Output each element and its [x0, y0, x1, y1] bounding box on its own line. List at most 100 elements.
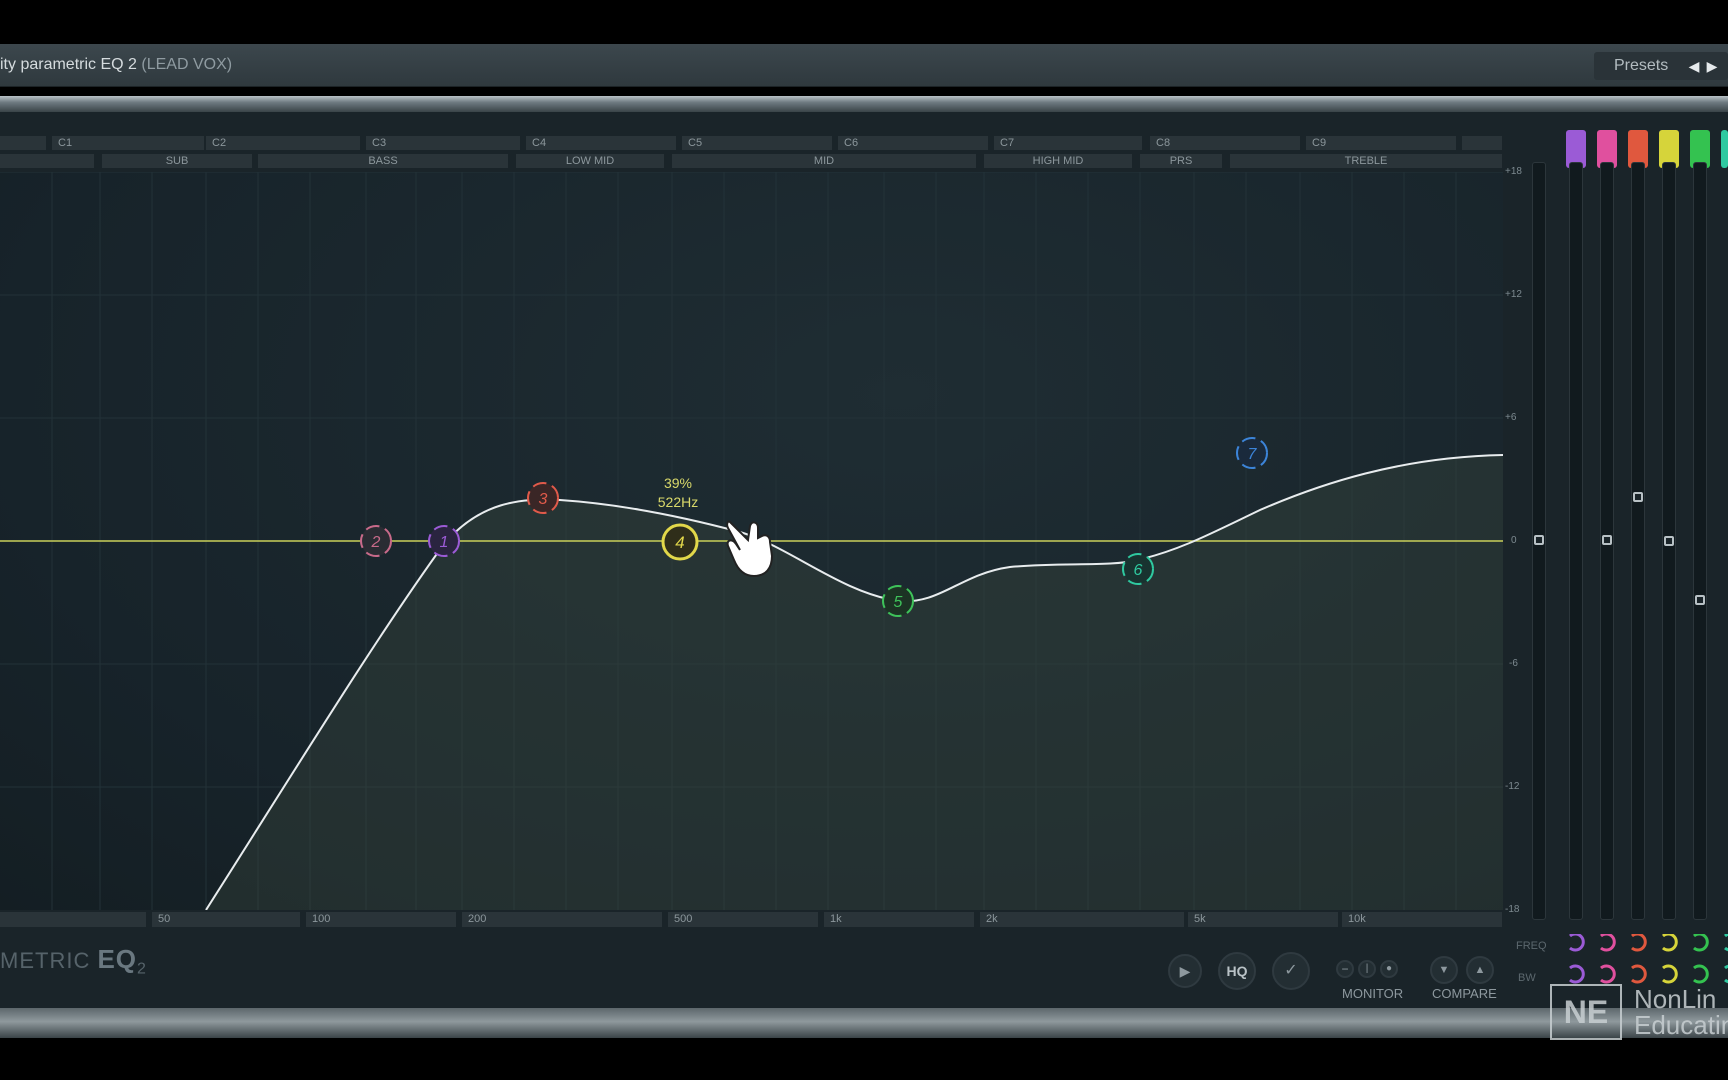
preset-prev-arrow-icon[interactable]: ◀ — [1686, 58, 1702, 74]
gain-tick: -12 — [1505, 781, 1520, 792]
band-6-tab[interactable] — [1721, 130, 1728, 168]
freq-tick: 1k — [824, 912, 974, 927]
plugin-name: ity parametric EQ 2 — [0, 56, 137, 73]
presets-control[interactable]: Presets ◀ ▶ — [1594, 52, 1728, 80]
region-label-blank — [0, 154, 94, 168]
band-node-5-label: 5 — [894, 594, 903, 611]
band-4-gain-handle[interactable] — [1664, 536, 1674, 546]
frequency-band-header: C1 C2 C3 C4 C5 C6 C7 C8 C9 SUB BASS LOW … — [0, 135, 1503, 171]
band-node-2[interactable]: 2 — [360, 525, 392, 557]
freq-tick: 10k — [1342, 912, 1502, 927]
band-5-bw-knob[interactable] — [1693, 964, 1709, 984]
band-3-gain-handle[interactable] — [1633, 492, 1643, 502]
band-3-bw-knob[interactable] — [1631, 964, 1647, 984]
compare-up-button[interactable]: ▲ — [1466, 956, 1494, 984]
band-5-gain-slider[interactable] — [1693, 162, 1707, 920]
band-node-3[interactable]: 3 — [527, 482, 559, 514]
preset-next-arrow-icon[interactable]: ▶ — [1704, 58, 1720, 74]
gain-tick: -6 — [1509, 658, 1518, 669]
band-node-4[interactable]: 4 — [661, 523, 699, 561]
plugin-logo: METRIC EQ2 — [0, 944, 147, 978]
compare-down-button[interactable]: ▼ — [1430, 956, 1458, 984]
octave-label-blank — [1462, 136, 1502, 150]
band-node-7[interactable]: 7 — [1236, 437, 1268, 469]
band-knobs[interactable] — [1560, 934, 1728, 990]
hq-button[interactable]: HQ — [1218, 952, 1256, 990]
octave-label: C4 — [526, 136, 676, 150]
gain-axis: +18 +12 +6 0 -6 -12 -18 — [1503, 160, 1527, 920]
monitor-mid-button[interactable]: | — [1358, 960, 1376, 978]
logo-version: 2 — [137, 960, 147, 978]
band-1-gain-slider[interactable] — [1569, 162, 1583, 920]
region-label: BASS — [258, 154, 508, 168]
track-name: (LEAD VOX) — [141, 56, 233, 73]
compare-label: COMPARE — [1432, 986, 1497, 1001]
band-node-1[interactable]: 1 — [428, 525, 460, 557]
plugin-title-bar[interactable]: ity parametric EQ 2 (LEAD VOX) — [0, 44, 1728, 87]
band-gain-mixer — [1532, 124, 1728, 924]
octave-label: C1 — [52, 136, 204, 150]
band-node-4-label: 4 — [675, 533, 684, 552]
watermark-text: NonLin Educating — [1634, 986, 1728, 1038]
band-3-gain-slider[interactable] — [1631, 162, 1645, 920]
watermark-line-2: Educating — [1634, 1010, 1728, 1040]
gain-tick: +12 — [1505, 289, 1522, 300]
window-bottom-rail — [0, 1008, 1728, 1038]
band-2-bw-knob[interactable] — [1600, 964, 1616, 984]
band-1-bw-knob[interactable] — [1569, 964, 1585, 984]
frequency-axis: 50 100 200 500 1k 2k 5k 10k — [0, 912, 1503, 928]
window-frame-rail — [0, 96, 1728, 112]
watermark-line-1: NonLin — [1634, 984, 1717, 1014]
band-node-5[interactable]: 5 — [882, 585, 914, 617]
bw-knobs-label: BW — [1518, 972, 1536, 984]
band-5-gain-handle[interactable] — [1695, 595, 1705, 605]
band-4-gain-slider[interactable] — [1662, 162, 1676, 920]
band-1-freq-knob[interactable] — [1569, 934, 1585, 952]
band-node-2-label: 2 — [371, 534, 381, 551]
logo-text: METRIC — [0, 948, 91, 973]
band-5-freq-knob[interactable] — [1693, 934, 1709, 952]
freq-tick: 200 — [462, 912, 662, 927]
band-3-freq-knob[interactable] — [1631, 934, 1647, 952]
apply-check-button[interactable]: ✓ — [1272, 952, 1310, 990]
octave-label: C8 — [1150, 136, 1300, 150]
freq-tick: 2k — [980, 912, 1184, 927]
region-label: LOW MID — [516, 154, 664, 168]
band-2-gain-slider[interactable] — [1600, 162, 1614, 920]
freq-tick: 100 — [306, 912, 456, 927]
octave-label: C6 — [838, 136, 988, 150]
octave-label: C7 — [994, 136, 1142, 150]
freq-tick: 50 — [152, 912, 300, 927]
watermark-logo: NE — [1550, 984, 1622, 1040]
region-label: MID — [672, 154, 976, 168]
band-4-freq-knob[interactable] — [1662, 934, 1678, 952]
band-4-bw-knob[interactable] — [1662, 964, 1678, 984]
monitor-minus-button[interactable]: − — [1336, 960, 1354, 978]
band-node-3-label: 3 — [539, 491, 548, 508]
monitor-label: MONITOR — [1342, 986, 1404, 1001]
master-gain-slider[interactable] — [1532, 162, 1546, 920]
master-gain-handle[interactable] — [1534, 535, 1544, 545]
play-button[interactable]: ▶ — [1168, 954, 1202, 988]
freq-tick: 5k — [1188, 912, 1338, 927]
octave-label: C5 — [682, 136, 832, 150]
octave-label: C9 — [1306, 136, 1456, 150]
gain-tick: 0 — [1511, 535, 1517, 546]
band-node-1-label: 1 — [440, 534, 449, 551]
band-2-gain-handle[interactable] — [1602, 535, 1612, 545]
gain-tick: +18 — [1505, 166, 1522, 177]
node-tooltip-frequency: 522Hz — [657, 494, 699, 510]
region-label: PRS — [1140, 154, 1222, 168]
octave-label-blank — [0, 136, 46, 150]
freq-knobs-label: FREQ — [1516, 940, 1547, 952]
monitor-dot-button[interactable]: ● — [1380, 960, 1398, 978]
plugin-title: ity parametric EQ 2 (LEAD VOX) — [0, 56, 232, 74]
region-label: HIGH MID — [984, 154, 1132, 168]
hand-cursor-icon — [726, 520, 774, 578]
eq-curve-fill — [206, 455, 1503, 910]
region-label: SUB — [102, 154, 252, 168]
band-node-6[interactable]: 6 — [1122, 553, 1154, 585]
gain-tick: -18 — [1505, 904, 1520, 915]
octave-label: C2 — [206, 136, 360, 150]
band-2-freq-knob[interactable] — [1600, 934, 1616, 952]
